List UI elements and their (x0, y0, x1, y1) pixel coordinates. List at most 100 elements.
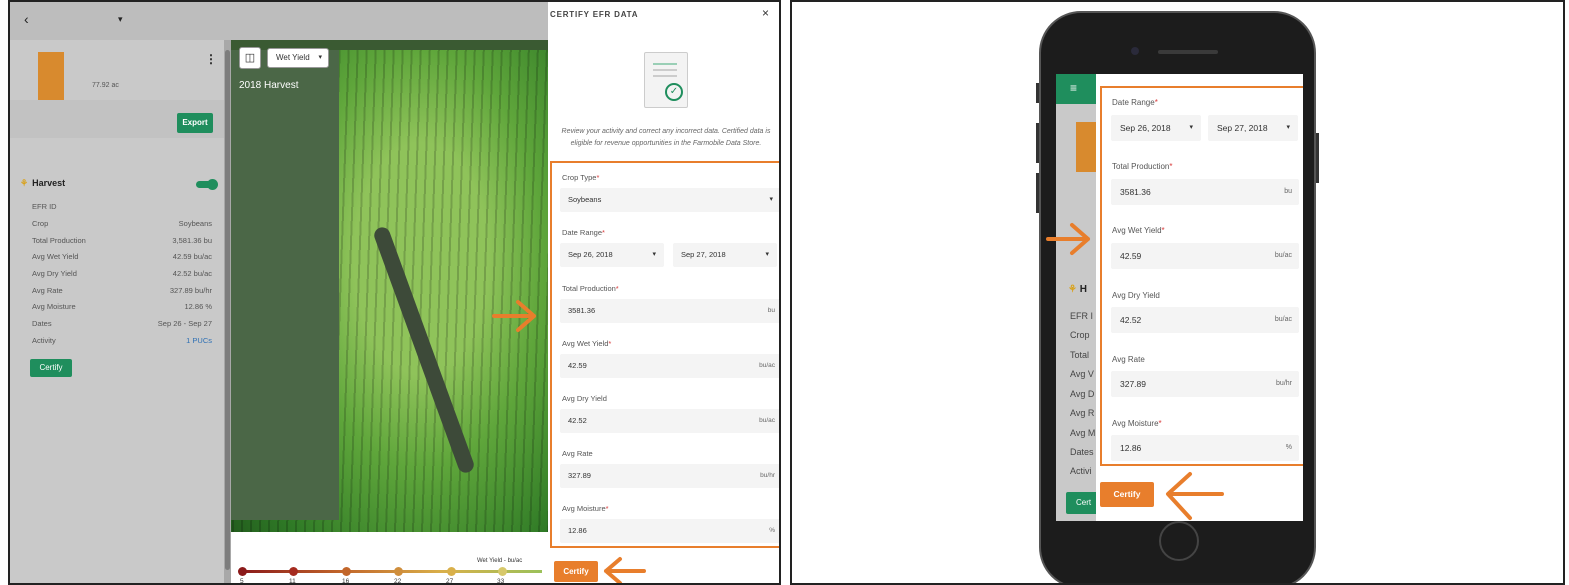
avg-dry-yield-value: 42.52 (1120, 315, 1142, 325)
close-icon[interactable]: × (762, 6, 769, 20)
avg-dry-yield-input[interactable]: 42.52 bu/ac (560, 409, 779, 433)
layer-select-value: Wet Yield (276, 53, 310, 62)
avg-moisture-value: 12.86 (568, 526, 587, 535)
field-card[interactable]: 77.92 ac ⋮ (20, 48, 217, 108)
panel-title: CERTIFY EFR DATA (550, 10, 639, 19)
certify-button[interactable]: Certify (1100, 482, 1154, 507)
sidebar-scrollbar[interactable] (224, 40, 231, 583)
total-production-input[interactable]: 3581.36 bu (560, 299, 779, 323)
split-view-icon[interactable]: ◫ (239, 47, 261, 69)
avg-dry-yield-label: Avg Dry Yield (1112, 291, 1160, 300)
attr-value: 12.86 % (184, 302, 212, 311)
attr-row-total-production: Total Production 3,581.36 bu (32, 236, 212, 245)
hamburger-menu-icon[interactable]: ≡ (1070, 81, 1077, 95)
crop-type-select[interactable]: Soybeans ▾ (560, 188, 779, 212)
home-button[interactable] (1159, 521, 1199, 561)
side-label: Total (1070, 350, 1090, 360)
layer-select[interactable]: Wet Yield ▾ (267, 48, 329, 68)
certify-form: Date Range* Sep 26, 2018 ▾ Sep 27, 2018 ▾ … (1100, 86, 1303, 466)
avg-moisture-value: 12.86 (1120, 443, 1142, 453)
side-label: Avg D (1070, 389, 1095, 399)
avg-wet-yield-label: Avg Wet Yield* (1112, 226, 1165, 235)
total-production-label: Total Production* (1112, 162, 1173, 171)
harvest-toggle[interactable] (196, 179, 218, 190)
camera-icon (1131, 47, 1139, 55)
date-end-value: Sep 27, 2018 (1217, 123, 1268, 133)
date-end-select[interactable]: Sep 27, 2018 ▾ (673, 243, 777, 267)
phone-sidebar: ⚘ H EFR I Crop Total Avg V Avg D Avg R A… (1056, 104, 1106, 521)
avg-rate-input[interactable]: 327.89 bu/hr (560, 464, 779, 488)
attr-value: 42.59 bu/ac (172, 252, 212, 261)
side-label: Avg M (1070, 428, 1096, 438)
total-production-value: 3581.36 (1120, 187, 1151, 197)
phone-side-button (1036, 123, 1039, 163)
attr-row-avg-rate: Avg Rate 327.89 bu/hr (32, 286, 212, 295)
legend-stop (238, 567, 247, 576)
date-start-select[interactable]: Sep 26, 2018 ▾ (1111, 115, 1201, 141)
harvest-title-clipped: H (1079, 284, 1087, 295)
certify-panel: CERTIFY EFR DATA × ✓ Review your activit… (548, 2, 779, 583)
map-season-label: 2018 Harvest (239, 80, 299, 91)
export-button[interactable]: Export (177, 113, 213, 133)
top-bar: ‹ ▾ (10, 2, 550, 40)
avg-dry-yield-value: 42.52 (568, 416, 587, 425)
avg-rate-value: 327.89 (1120, 379, 1146, 389)
legend-tick: 33 (497, 578, 505, 585)
sidebar-certify-button[interactable]: Certify (30, 359, 72, 377)
legend-gradient (242, 570, 542, 573)
avg-rate-label: Avg Rate (562, 449, 593, 458)
date-end-select[interactable]: Sep 27, 2018 ▾ (1208, 115, 1298, 141)
total-production-value: 3581.36 (568, 306, 596, 315)
attr-value: Sep 26 - Sep 27 (157, 319, 212, 328)
callout-arrow-icon (492, 300, 536, 332)
attr-label: Avg Wet Yield (32, 252, 79, 261)
back-icon[interactable]: ‹ (24, 11, 29, 27)
avg-moisture-input[interactable]: 12.86% (560, 519, 779, 543)
avg-dry-yield-input[interactable]: 42.52 bu/ac (1111, 307, 1299, 333)
more-menu-icon[interactable]: ⋮ (205, 52, 217, 66)
date-start-select[interactable]: Sep 26, 2018 ▾ (560, 243, 664, 267)
app-header: ≡ (1056, 74, 1096, 104)
side-label: Avg V (1070, 369, 1094, 379)
yield-legend: Wet Yield - bu/ac 5 11 16 22 27 33 (231, 532, 548, 585)
avg-wet-yield-input[interactable]: 42.59 bu/ac (560, 354, 779, 378)
scrollbar-thumb[interactable] (225, 50, 230, 570)
side-label: Avg R (1070, 408, 1095, 418)
unit-label: bu/ac (1274, 316, 1292, 323)
legend-tick: 11 (289, 578, 296, 585)
attr-row-avg-wet-yield: Avg Wet Yield 42.59 bu/ac (32, 252, 212, 261)
harvest-title: Harvest (32, 178, 66, 188)
phone-side-button (1316, 133, 1319, 183)
activity-link[interactable]: 1 PUCs (186, 336, 212, 345)
callout-arrow-icon (1046, 223, 1090, 255)
wheat-icon: ⚘ (1068, 284, 1077, 295)
harvest-heading: ⚘ H (1068, 284, 1087, 295)
chevron-down-icon: ▾ (769, 196, 773, 203)
avg-dry-yield-label: Avg Dry Yield (562, 394, 607, 403)
harvest-heading: ⚘ Harvest (20, 178, 65, 189)
date-start-value: Sep 26, 2018 (1120, 123, 1171, 133)
attr-label: Avg Rate (32, 286, 63, 295)
attr-row-avg-dry-yield: Avg Dry Yield 42.52 bu/ac (32, 269, 212, 278)
unit-label: bu/ac (1274, 252, 1292, 259)
map-shaded-region (231, 40, 339, 520)
avg-rate-label: Avg Rate (1112, 355, 1145, 364)
field-acres: 77.92 ac (92, 82, 119, 89)
attr-value: Soybeans (178, 219, 212, 228)
avg-moisture-input[interactable]: 12.86% (1111, 435, 1299, 461)
field-dropdown-caret-icon[interactable]: ▾ (118, 14, 123, 25)
avg-wet-yield-value: 42.59 (568, 361, 587, 370)
chevron-down-icon: ▾ (765, 251, 769, 258)
legend-stop (394, 567, 403, 576)
certify-button[interactable]: Certify (554, 561, 598, 582)
attr-row-crop: Crop Soybeans (32, 219, 212, 228)
total-production-label: Total Production* (562, 284, 619, 293)
total-production-input[interactable]: 3581.36 bu (1111, 179, 1299, 205)
field-sidebar: 77.92 ac ⋮ Export ⚘ Harvest EFR ID Crop So… (10, 40, 224, 583)
unit-label: bu (1284, 188, 1292, 195)
attr-value: 42.52 bu/ac (172, 269, 212, 278)
avg-rate-input[interactable]: 327.89 bu/hr (1111, 371, 1299, 397)
date-range-label: Date Range* (1112, 98, 1158, 107)
unit-label: bu/ac (759, 417, 775, 424)
avg-wet-yield-input[interactable]: 42.59 bu/ac (1111, 243, 1299, 269)
